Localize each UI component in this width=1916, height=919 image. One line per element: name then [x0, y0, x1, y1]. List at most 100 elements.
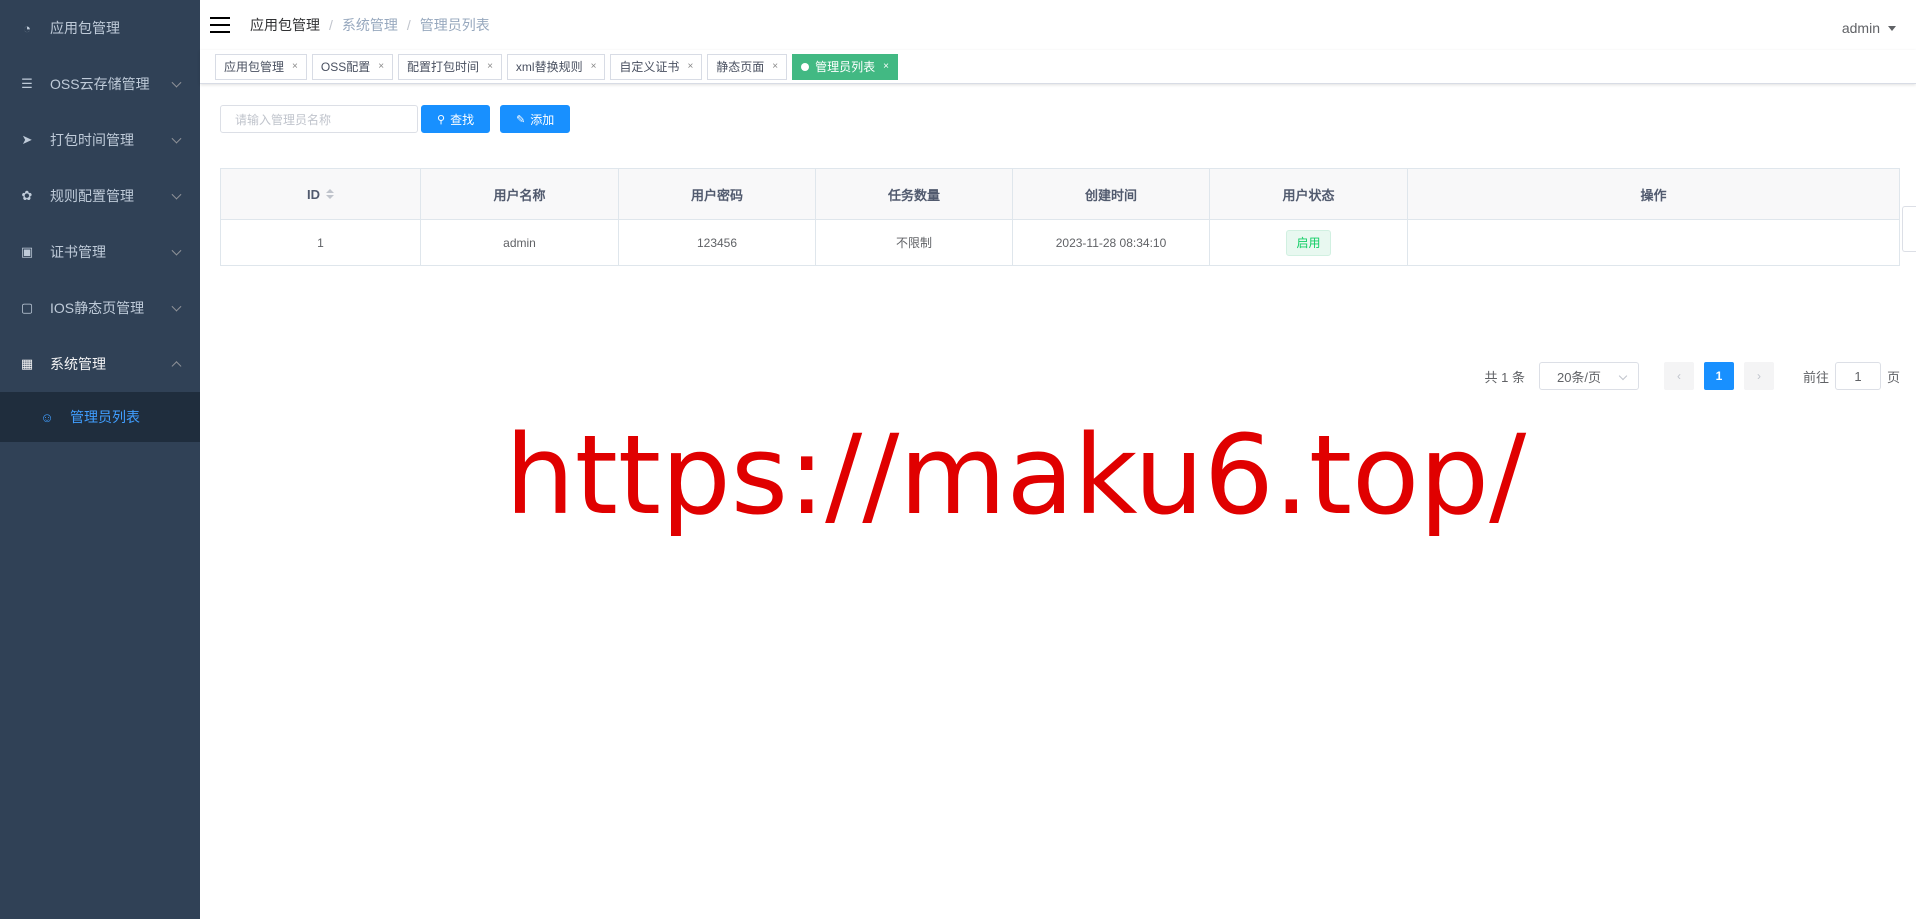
chevron-down-icon — [171, 189, 182, 200]
sidebar-item-label: OSS云存储管理 — [50, 76, 150, 92]
page-icon: ▢ — [20, 300, 34, 315]
chevron-left-icon: ‹ — [1676, 369, 1681, 383]
list-icon: ☰ — [21, 76, 33, 91]
side-drawer-handle[interactable] — [1902, 206, 1916, 252]
column-label: ID — [307, 186, 320, 202]
close-icon[interactable]: × — [591, 55, 597, 79]
sidebar-item-oss[interactable]: ☰ OSS云存储管理 — [0, 56, 200, 112]
app-root: ◔ 应用包管理 ☰ OSS云存储管理 ➤ 打包时间管理 ✿ 规则配置管理 ▣ 证… — [0, 0, 1916, 919]
breadcrumb-item: 管理员列表 — [419, 17, 490, 33]
breadcrumb-item[interactable]: 应用包管理 — [250, 15, 320, 35]
search-button[interactable]: ⚲ 查找 — [421, 105, 491, 133]
page-size-select[interactable]: 20条/页 — [1538, 362, 1639, 390]
send-icon: ➤ — [21, 132, 33, 147]
goto-label: 前往 — [1802, 369, 1829, 385]
cell-actions — [1408, 220, 1899, 265]
tag-admin-list[interactable]: 管理员列表 × — [792, 53, 898, 80]
search-button-label: 查找 — [450, 112, 475, 127]
breadcrumb: 应用包管理 / 系统管理 / 管理员列表 — [250, 15, 490, 35]
user-dropdown[interactable]: admin — [1842, 20, 1896, 36]
sidebar: ◔ 应用包管理 ☰ OSS云存储管理 ➤ 打包时间管理 ✿ 规则配置管理 ▣ 证… — [0, 0, 200, 919]
certificate-icon: ▣ — [20, 244, 34, 259]
watermark-text: https://maku6.top/ — [505, 411, 1527, 539]
tag-custom-cert[interactable]: 自定义证书 × — [610, 53, 703, 80]
pagination-total: 共 1 条 — [1484, 369, 1525, 385]
sidebar-item-label: IOS静态页管理 — [50, 300, 145, 316]
cell-username: admin — [421, 220, 619, 265]
breadcrumb-item: 系统管理 — [341, 17, 398, 33]
active-dot-icon — [801, 62, 810, 71]
table-header-row: ID 用户名称 用户密码 任务数量 创建时间 用户状态 操作 — [221, 169, 1899, 220]
column-header-created: 创建时间 — [1013, 169, 1210, 219]
sidebar-item-label: 管理员列表 — [70, 409, 140, 425]
chevron-down-icon — [171, 77, 182, 88]
sidebar-item-admin-list[interactable]: ☺ 管理员列表 — [0, 392, 200, 442]
tag-oss-config[interactable]: OSS配置 × — [311, 53, 394, 80]
sidebar-item-certificates[interactable]: ▣ 证书管理 — [0, 224, 200, 280]
chevron-down-icon — [171, 133, 182, 144]
search-icon: ⚲ — [437, 113, 446, 126]
chevron-down-icon — [1618, 371, 1628, 381]
tag-label: 配置打包时间 — [407, 59, 480, 74]
page-size-value: 20条/页 — [1556, 369, 1602, 385]
column-header-status: 用户状态 — [1210, 169, 1408, 219]
column-header-id[interactable]: ID — [221, 169, 421, 219]
add-button-label: 添加 — [530, 112, 555, 127]
table-body: 1 admin 123456 不限制 2023-11-28 08:34:10 启… — [221, 220, 1899, 265]
cell-created: 2023-11-28 08:34:10 — [1013, 220, 1210, 265]
sidebar-item-system[interactable]: ▦ 系统管理 — [0, 336, 200, 392]
sidebar-item-pack-time[interactable]: ➤ 打包时间管理 — [0, 112, 200, 168]
chevron-down-icon — [171, 245, 182, 256]
user-icon: ☺ — [40, 409, 54, 425]
sidebar-item-ios-static[interactable]: ▢ IOS静态页管理 — [0, 280, 200, 336]
tag-app-package[interactable]: 应用包管理 × — [215, 53, 307, 80]
sidebar-submenu-system: ☺ 管理员列表 — [0, 392, 200, 442]
search-input[interactable]: 请输入管理员名称 — [220, 105, 418, 133]
close-icon[interactable]: × — [772, 55, 778, 79]
goto-page-input[interactable]: 1 — [1834, 362, 1881, 390]
column-header-tasks: 任务数量 — [816, 169, 1013, 219]
close-icon[interactable]: × — [687, 55, 693, 79]
navbar: 应用包管理 / 系统管理 / 管理员列表 admin — [200, 0, 1916, 50]
prev-page-button[interactable]: ‹ — [1663, 362, 1694, 390]
hamburger-icon[interactable] — [210, 17, 230, 33]
sidebar-item-label: 规则配置管理 — [50, 188, 134, 204]
column-header-password: 用户密码 — [619, 169, 816, 219]
close-icon[interactable]: × — [292, 55, 298, 79]
caret-down-icon — [1888, 25, 1896, 31]
close-icon[interactable]: × — [883, 55, 889, 79]
tag-label: 静态页面 — [716, 59, 765, 74]
tag-label: 自定义证书 — [619, 59, 680, 74]
tag-label: OSS配置 — [320, 59, 371, 74]
next-page-button[interactable]: › — [1743, 362, 1774, 390]
sort-icon[interactable] — [326, 189, 334, 199]
sidebar-item-label: 应用包管理 — [50, 20, 120, 36]
tag-label: 应用包管理 — [224, 59, 285, 74]
page-unit-label: 页 — [1886, 369, 1900, 385]
page-jumper: 前往 1 页 — [1803, 362, 1900, 390]
add-button[interactable]: ✎ 添加 — [500, 105, 571, 133]
sidebar-item-label: 系统管理 — [50, 356, 106, 372]
table-row: 1 admin 123456 不限制 2023-11-28 08:34:10 启… — [221, 220, 1899, 265]
grid-icon: ▦ — [20, 356, 34, 371]
tag-xml-rules[interactable]: xml替换规则 × — [506, 53, 606, 80]
tag-pack-time[interactable]: 配置打包时间 × — [398, 53, 502, 80]
content-area: 请输入管理员名称 ⚲ 查找 ✎ 添加 ID 用户名称 用户密码 任务数量 创建时… — [200, 84, 1916, 390]
cell-status: 启用 — [1210, 220, 1408, 265]
dashboard-icon: ◔ — [23, 20, 31, 36]
cell-id: 1 — [221, 220, 421, 265]
tags-view: 应用包管理 × OSS配置 × 配置打包时间 × xml替换规则 × 自定义证书… — [200, 50, 1916, 84]
gear-icon: ✿ — [21, 188, 33, 203]
tag-static-page[interactable]: 静态页面 × — [707, 53, 788, 80]
sidebar-item-rules[interactable]: ✿ 规则配置管理 — [0, 168, 200, 224]
breadcrumb-separator: / — [406, 17, 411, 33]
column-header-username: 用户名称 — [421, 169, 619, 219]
edit-icon: ✎ — [516, 113, 526, 126]
page-number-button[interactable]: 1 — [1703, 362, 1734, 390]
pagination: 共 1 条 20条/页 ‹ 1 › 前往 1 页 — [1484, 362, 1900, 390]
close-icon[interactable]: × — [378, 55, 384, 79]
close-icon[interactable]: × — [487, 55, 493, 79]
column-header-actions: 操作 — [1640, 187, 1667, 203]
sidebar-item-app-package[interactable]: ◔ 应用包管理 — [0, 0, 200, 56]
chevron-down-icon — [171, 301, 182, 312]
